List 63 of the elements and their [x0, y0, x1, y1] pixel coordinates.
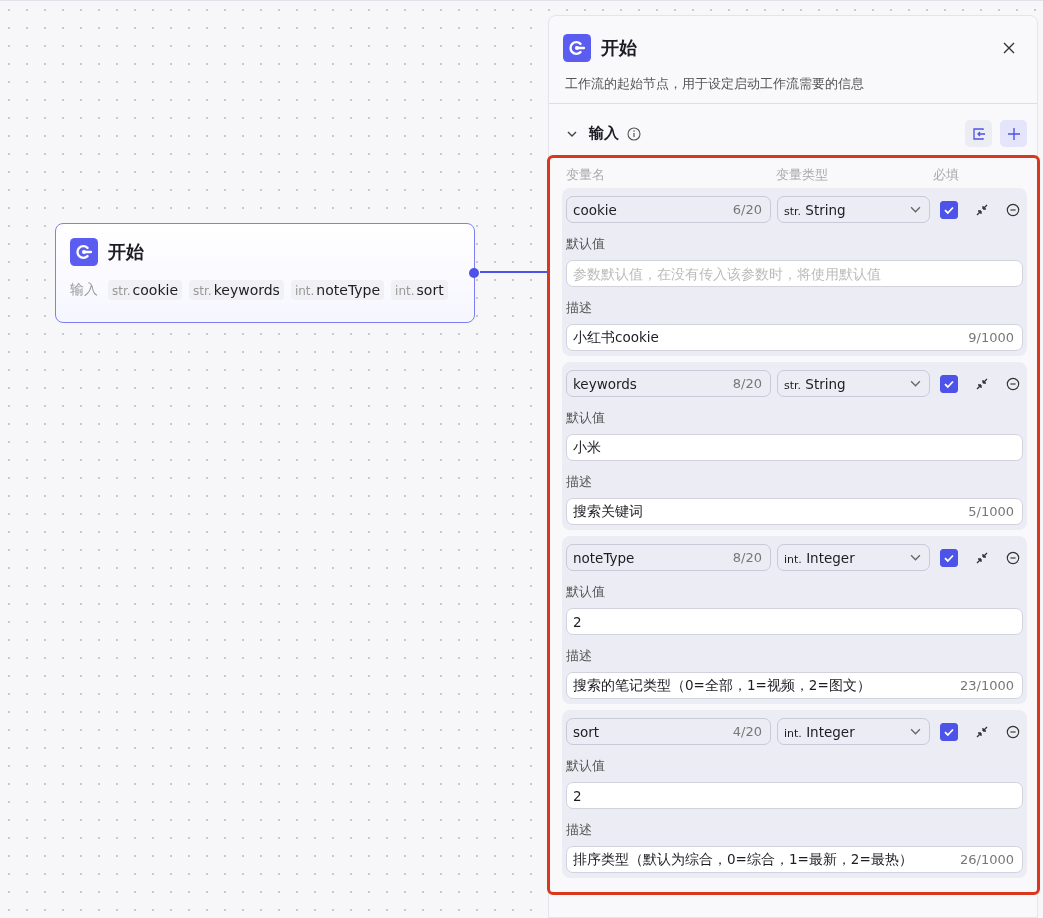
field-label: 默认值	[566, 235, 606, 253]
collapse-icon[interactable]	[975, 724, 989, 739]
column-header: 变量类型	[776, 166, 829, 184]
description-field[interactable]: 小红书cookie 9/1000	[566, 324, 1023, 351]
remove-icon[interactable]	[1006, 724, 1020, 739]
description-field[interactable]: 排序类型（默认为综合，0=综合，1=最新，2=最热） 26/1000	[566, 846, 1023, 873]
input-tag: str.keywords	[189, 280, 284, 300]
default-value-field[interactable]: 小米	[566, 434, 1023, 461]
output-port[interactable]	[469, 268, 479, 278]
default-value-field[interactable]: 参数默认值，在没有传入该参数时，将使用默认值	[566, 260, 1023, 287]
import-icon	[971, 126, 986, 141]
required-checkbox[interactable]	[940, 548, 958, 567]
field-label: 描述	[566, 299, 593, 317]
description-field[interactable]: 搜索的笔记类型（0=全部，1=视频，2=图文） 23/1000	[566, 672, 1023, 699]
name-field[interactable]: sort 4/20	[566, 718, 771, 745]
field-label: 描述	[566, 647, 593, 665]
panel-description: 工作流的起始节点，用于设定启动工作流需要的信息	[549, 70, 1037, 104]
field-label: 默认值	[566, 757, 606, 775]
remove-icon[interactable]	[1006, 550, 1020, 565]
field-label: 描述	[566, 821, 593, 839]
collapse-icon[interactable]	[975, 550, 989, 565]
default-value-field[interactable]: 2	[566, 608, 1023, 635]
remove-icon[interactable]	[1006, 202, 1020, 217]
input-tag: int.sort	[391, 280, 448, 300]
input-tag: str.cookie	[108, 280, 183, 300]
default-value-field[interactable]: 2	[566, 782, 1023, 809]
field-label: 默认值	[566, 583, 606, 601]
chevron-icon[interactable]	[567, 130, 577, 137]
column-header: 变量名	[566, 166, 606, 184]
import-button[interactable]	[965, 120, 992, 147]
type-select[interactable]: int. Integer	[777, 718, 930, 745]
field-label: 默认值	[566, 409, 606, 427]
caret-icon	[910, 554, 921, 561]
inputs-label: 输入	[70, 281, 98, 299]
required-checkbox[interactable]	[940, 374, 958, 393]
plus-icon	[1006, 126, 1021, 141]
description-field[interactable]: 搜索关键词 5/1000	[566, 498, 1023, 525]
collapse-icon[interactable]	[975, 376, 989, 391]
remove-icon[interactable]	[1006, 376, 1020, 391]
add-button[interactable]	[1000, 120, 1027, 147]
connector-line	[480, 271, 550, 273]
required-checkbox[interactable]	[940, 200, 958, 219]
caret-icon	[910, 380, 921, 387]
type-select[interactable]: str. String	[777, 196, 930, 223]
start-icon	[70, 238, 98, 266]
name-field[interactable]: noteType 8/20	[566, 544, 771, 571]
node-title: 开始	[108, 240, 144, 264]
name-field[interactable]: cookie 6/20	[566, 196, 771, 223]
caret-icon	[910, 206, 921, 213]
panel-title: 开始	[601, 36, 638, 60]
section-title: 输入	[589, 124, 619, 143]
required-checkbox[interactable]	[940, 722, 958, 741]
type-select[interactable]: str. String	[777, 370, 930, 397]
column-header: 必填	[933, 166, 959, 184]
collapse-icon[interactable]	[975, 202, 989, 217]
field-label: 描述	[566, 473, 593, 491]
type-select[interactable]: int. Integer	[777, 544, 930, 571]
info-icon[interactable]	[627, 126, 641, 141]
close-icon[interactable]	[1003, 42, 1015, 54]
input-tag: int.noteType	[290, 280, 385, 300]
name-field[interactable]: keywords 8/20	[566, 370, 771, 397]
caret-icon	[910, 728, 921, 735]
start-icon	[563, 34, 591, 62]
